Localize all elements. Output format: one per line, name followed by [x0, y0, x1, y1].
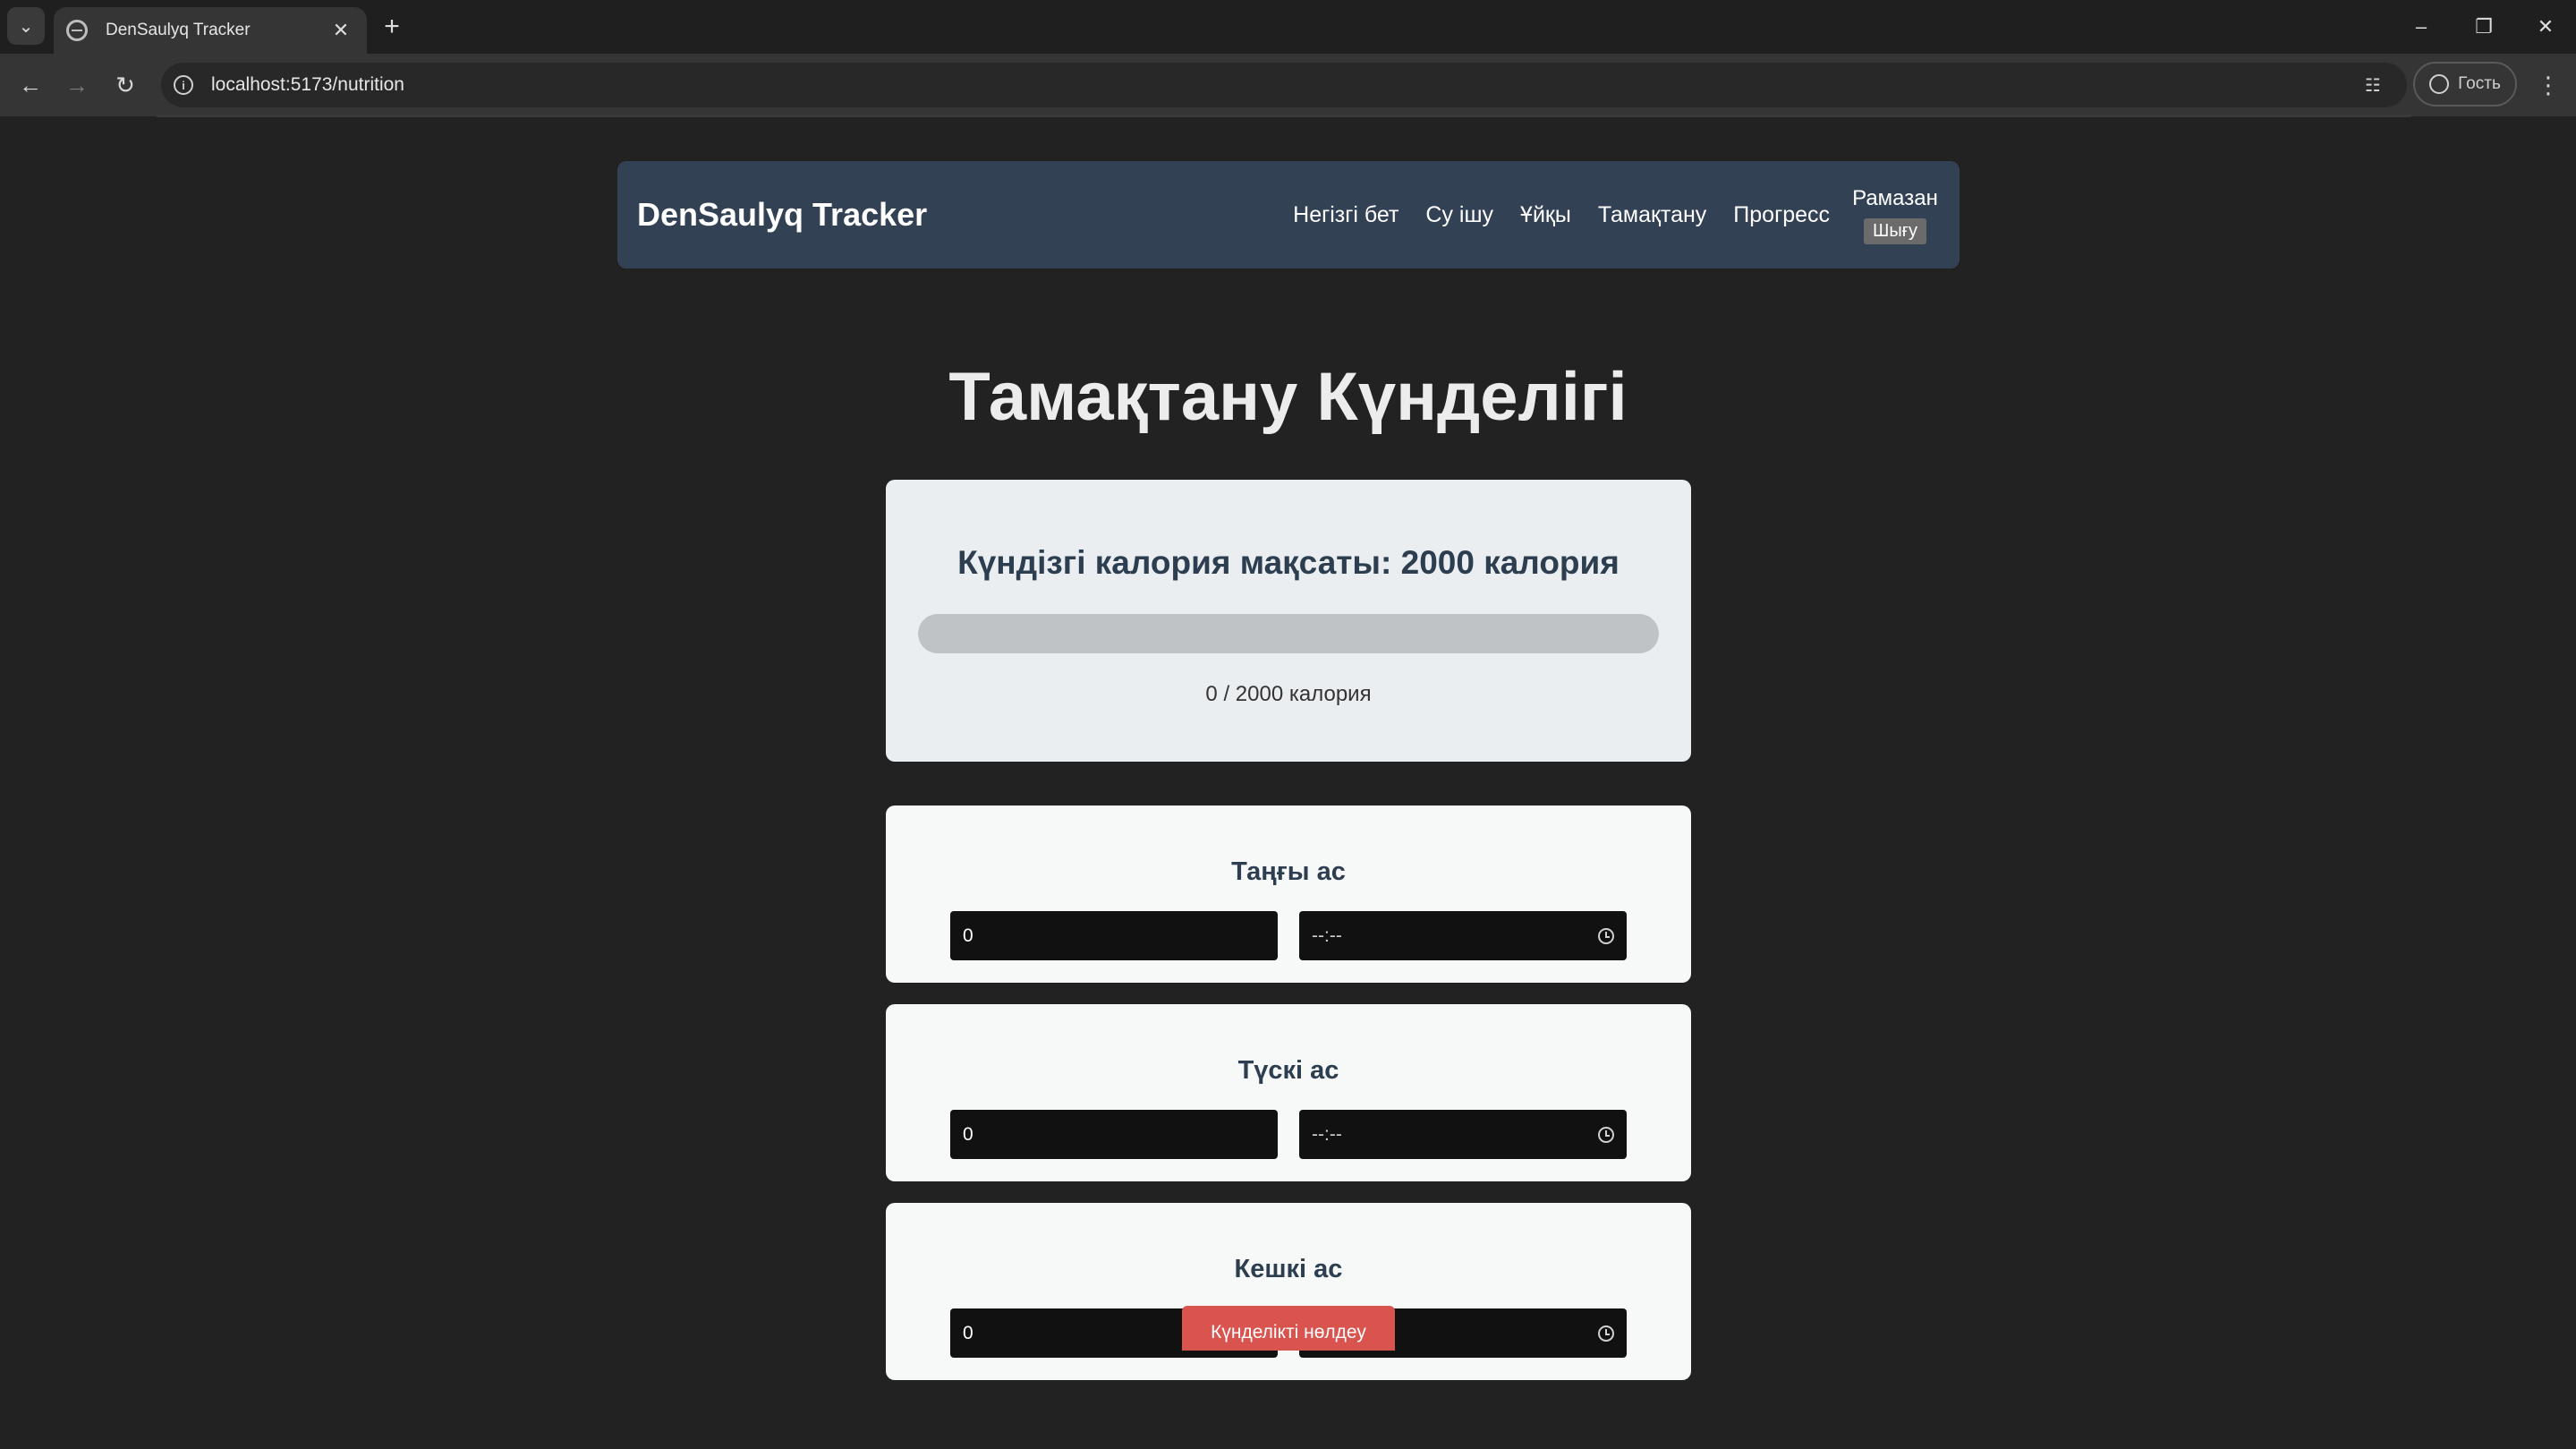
browser-tabstrip: ⌄ DenSaulyq Tracker ✕ + – ❐ ✕ — [0, 0, 2576, 54]
calorie-progress-bar — [918, 614, 1659, 653]
browser-toolbar: ← → ↻ i localhost:5173/nutrition ☷ Гость… — [0, 54, 2576, 116]
page-content: DenSaulyq Tracker Негізгі бет Су ішу Ұйқ… — [0, 116, 2576, 1449]
profile-button[interactable]: Гость — [2413, 62, 2517, 107]
user-menu: Рамазан Шығу — [1850, 186, 1940, 244]
calorie-goal-card: Күндізгі калория мақсаты: 2000 калория 0… — [886, 480, 1691, 762]
new-tab-icon[interactable]: + — [376, 11, 408, 43]
clock-icon[interactable] — [1598, 1325, 1614, 1342]
site-navbar: DenSaulyq Tracker Негізгі бет Су ішу Ұйқ… — [617, 161, 1960, 268]
translate-icon[interactable]: ☷ — [2357, 69, 2389, 101]
logout-button[interactable]: Шығу — [1864, 218, 1926, 244]
meal-card-dinner: Кешкі ас 0 --:-- — [886, 1203, 1691, 1380]
time-value: --:-- — [1312, 925, 1342, 946]
meal-card-breakfast: Таңғы ас 0 --:-- — [886, 805, 1691, 983]
globe-icon — [66, 20, 88, 41]
meal-title: Кешкі ас — [1234, 1255, 1343, 1283]
close-window-icon[interactable]: ✕ — [2519, 9, 2572, 45]
clock-icon[interactable] — [1598, 1126, 1614, 1143]
tab-title: DenSaulyq Tracker — [106, 21, 251, 39]
address-bar[interactable]: i localhost:5173/nutrition ☷ — [161, 63, 2407, 107]
menu-icon[interactable]: ⋮ — [2532, 67, 2564, 103]
nav-link-home[interactable]: Негізгі бет — [1293, 202, 1399, 228]
url-text[interactable]: localhost:5173/nutrition — [211, 74, 2357, 96]
nav-link-sleep[interactable]: Ұйқы — [1520, 202, 1571, 228]
brand-logo[interactable]: DenSaulyq Tracker — [637, 161, 927, 268]
nav-links: Негізгі бет Су ішу Ұйқы Тамақтану Прогре… — [1293, 161, 1830, 268]
back-icon[interactable]: ← — [13, 67, 48, 103]
close-tab-icon[interactable]: ✕ — [327, 17, 354, 44]
profile-icon — [2429, 74, 2450, 94]
time-value: --:-- — [1312, 1123, 1342, 1145]
calories-input[interactable]: 0 — [950, 1110, 1278, 1159]
restore-icon[interactable]: ❐ — [2457, 9, 2511, 45]
nav-link-progress[interactable]: Прогресс — [1733, 202, 1830, 228]
profile-label: Гость — [2458, 74, 2501, 93]
nav-link-water[interactable]: Су ішу — [1425, 202, 1493, 228]
browser-tab[interactable]: DenSaulyq Tracker ✕ — [54, 7, 367, 54]
calories-input[interactable]: 0 — [950, 911, 1278, 960]
time-input[interactable]: --:-- — [1299, 911, 1627, 960]
reset-diary-button[interactable]: Күнделікті нөлдеу — [1182, 1306, 1395, 1351]
clock-icon[interactable] — [1598, 927, 1614, 944]
time-input[interactable]: --:-- — [1299, 1110, 1627, 1159]
meal-title: Түскі ас — [1237, 1056, 1339, 1085]
username: Рамазан — [1852, 186, 1938, 210]
site-info-icon[interactable]: i — [174, 75, 193, 95]
meal-title: Таңғы ас — [1231, 857, 1346, 886]
nav-link-nutrition[interactable]: Тамақтану — [1598, 202, 1706, 228]
forward-icon[interactable]: → — [59, 67, 95, 103]
meal-card-lunch: Түскі ас 0 --:-- — [886, 1004, 1691, 1181]
page-title: Тамақтану Күнделігі — [948, 359, 1628, 435]
calorie-goal-heading: Күндізгі калория мақсаты: 2000 калория — [957, 544, 1620, 581]
reload-icon[interactable]: ↻ — [107, 67, 143, 103]
tab-search-icon[interactable]: ⌄ — [7, 7, 45, 45]
calorie-count: 0 / 2000 калория — [1205, 682, 1372, 706]
minimize-icon[interactable]: – — [2394, 9, 2448, 45]
